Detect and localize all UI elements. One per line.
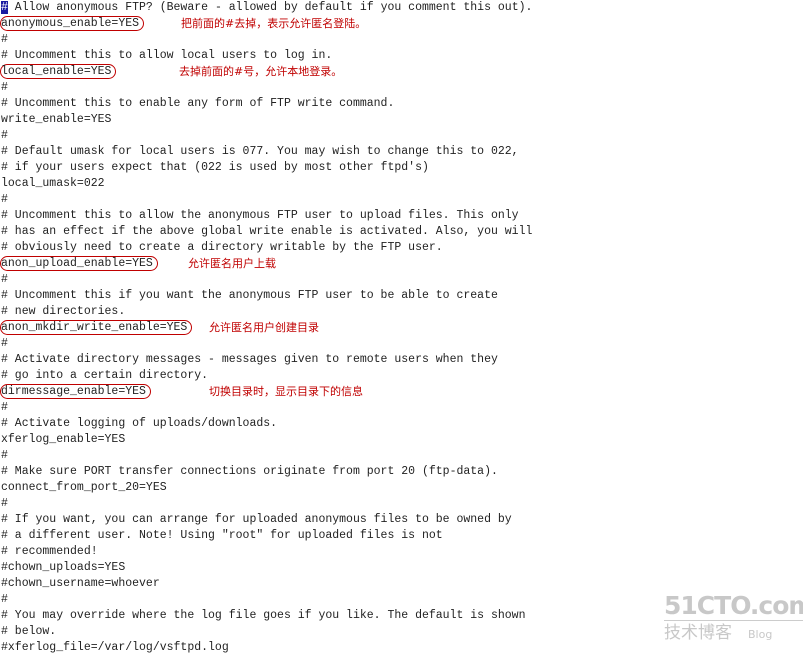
config-line[interactable]: # Uncomment this to allow local users to… xyxy=(1,48,532,64)
config-line[interactable]: # xyxy=(1,496,532,512)
config-line[interactable]: local_enable=YES 去掉前面的#号，允许本地登录。 xyxy=(0,64,532,80)
annotation-note: 去掉前面的#号，允许本地登录。 xyxy=(179,65,343,78)
config-line[interactable]: # go into a certain directory. xyxy=(1,368,532,384)
config-line[interactable]: anonymous_enable=YES 把前面的#去掉，表示允许匿名登陆。 xyxy=(0,16,532,32)
config-line[interactable]: # if your users expect that (022 is used… xyxy=(1,160,532,176)
config-line[interactable]: # xyxy=(1,336,532,352)
line-text: # Activate logging of uploads/downloads. xyxy=(1,417,278,430)
line-text: connect_from_port_20=YES xyxy=(1,481,167,494)
line-text: # new directories. xyxy=(1,305,126,318)
line-text: # recommended! xyxy=(1,545,98,558)
config-line[interactable]: # Make sure PORT transfer connections or… xyxy=(1,464,532,480)
config-line[interactable]: # obviously need to create a directory w… xyxy=(1,240,532,256)
line-text: # Uncomment this to enable any form of F… xyxy=(1,97,395,110)
watermark-blog: Blog xyxy=(748,628,773,641)
config-line[interactable]: anon_mkdir_write_enable=YES 允许匿名用户创建目录 xyxy=(0,320,532,336)
line-text: # xyxy=(1,593,8,606)
config-line[interactable]: # Uncomment this to enable any form of F… xyxy=(1,96,532,112)
line-text: #chown_username=whoever xyxy=(1,577,160,590)
config-line[interactable]: # xyxy=(1,592,532,608)
config-line[interactable]: # xyxy=(1,192,532,208)
config-line[interactable]: # recommended! xyxy=(1,544,532,560)
line-text: local_umask=022 xyxy=(1,177,105,190)
line-text: # xyxy=(1,337,8,350)
config-line[interactable]: # If you want, you can arrange for uploa… xyxy=(1,512,532,528)
line-text: # Uncomment this to allow the anonymous … xyxy=(1,209,519,222)
config-line[interactable]: # xyxy=(1,272,532,288)
line-text: # if your users expect that (022 is used… xyxy=(1,161,429,174)
config-line[interactable]: # Activate directory messages - messages… xyxy=(1,352,532,368)
line-text: # go into a certain directory. xyxy=(1,369,209,382)
annotation-note: 允许匿名用户上载 xyxy=(188,257,276,270)
watermark-sub: 技术博客 xyxy=(664,623,732,643)
line-text: # xyxy=(1,273,8,286)
line-text: # xyxy=(1,449,8,462)
config-line[interactable]: write_enable=YES xyxy=(1,112,532,128)
line-text: xferlog_enable=YES xyxy=(1,433,126,446)
line-text: # You may override where the log file go… xyxy=(1,609,526,622)
line-text: # xyxy=(1,497,8,510)
line-text: # Default umask for local users is 077. … xyxy=(1,145,519,158)
annotation-note: 允许匿名用户创建目录 xyxy=(209,321,319,334)
config-line[interactable]: #chown_uploads=YES xyxy=(1,560,532,576)
line-text: # xyxy=(1,129,8,142)
annotation-note: 把前面的#去掉，表示允许匿名登陆。 xyxy=(181,17,367,30)
config-line[interactable]: # Uncomment this if you want the anonymo… xyxy=(1,288,532,304)
config-line[interactable]: #chown_username=whoever xyxy=(1,576,532,592)
config-line[interactable]: # a different user. Note! Using "root" f… xyxy=(1,528,532,544)
line-text: Allow anonymous FTP? (Beware - allowed b… xyxy=(7,1,533,14)
config-line[interactable]: # xyxy=(1,400,532,416)
config-line[interactable]: dirmessage_enable=YES 切换目录时，显示目录下的信息 xyxy=(0,384,532,400)
line-text: # obviously need to create a directory w… xyxy=(1,241,443,254)
config-line[interactable]: # below. xyxy=(1,624,532,640)
config-line[interactable]: # new directories. xyxy=(1,304,532,320)
config-line[interactable]: # xyxy=(1,448,532,464)
circled-setting: anon_upload_enable=YES xyxy=(0,256,158,271)
circled-setting: local_enable=YES xyxy=(0,64,117,79)
line-text: # below. xyxy=(1,625,57,638)
line-text: # If you want, you can arrange for uploa… xyxy=(1,513,512,526)
circled-setting: anon_mkdir_write_enable=YES xyxy=(0,320,193,335)
line-text: # Uncomment this to allow local users to… xyxy=(1,49,333,62)
line-text: write_enable=YES xyxy=(1,113,112,126)
watermark-logo: 51CTO.com 技术博客 Blog xyxy=(664,592,803,647)
config-line[interactable]: xferlog_enable=YES xyxy=(1,432,532,448)
line-text: # Uncomment this if you want the anonymo… xyxy=(1,289,498,302)
line-text: # Activate directory messages - messages… xyxy=(1,353,498,366)
config-line[interactable]: # Uncomment this to allow the anonymous … xyxy=(1,208,532,224)
text-cursor: # xyxy=(1,1,8,14)
line-text: # xyxy=(1,33,8,46)
config-line[interactable]: anon_upload_enable=YES 允许匿名用户上载 xyxy=(0,256,532,272)
config-line[interactable]: local_umask=022 xyxy=(1,176,532,192)
circled-setting: anonymous_enable=YES xyxy=(0,16,145,31)
line-text: # xyxy=(1,193,8,206)
watermark-main: 51CTO.com xyxy=(664,592,803,621)
config-line[interactable]: #xferlog_file=/var/log/vsftpd.log xyxy=(1,640,532,656)
annotation-note: 切换目录时，显示目录下的信息 xyxy=(209,385,363,398)
line-text: #xferlog_file=/var/log/vsftpd.log xyxy=(1,641,229,654)
line-text: # xyxy=(1,81,8,94)
line-text: # xyxy=(1,401,8,414)
config-line[interactable]: # Activate logging of uploads/downloads. xyxy=(1,416,532,432)
config-line[interactable]: # xyxy=(1,32,532,48)
config-line[interactable]: # xyxy=(1,128,532,144)
line-text: # has an effect if the above global writ… xyxy=(1,225,533,238)
config-line[interactable]: # Default umask for local users is 077. … xyxy=(1,144,532,160)
circled-setting: dirmessage_enable=YES xyxy=(0,384,151,399)
config-line[interactable]: # Allow anonymous FTP? (Beware - allowed… xyxy=(1,0,532,16)
line-text: # a different user. Note! Using "root" f… xyxy=(1,529,443,542)
config-line[interactable]: # xyxy=(1,80,532,96)
config-line[interactable]: # You may override where the log file go… xyxy=(1,608,532,624)
config-line[interactable]: connect_from_port_20=YES xyxy=(1,480,532,496)
line-text: # Make sure PORT transfer connections or… xyxy=(1,465,498,478)
line-text: #chown_uploads=YES xyxy=(1,561,126,574)
text-editor[interactable]: # Allow anonymous FTP? (Beware - allowed… xyxy=(0,0,532,656)
config-line[interactable]: # has an effect if the above global writ… xyxy=(1,224,532,240)
